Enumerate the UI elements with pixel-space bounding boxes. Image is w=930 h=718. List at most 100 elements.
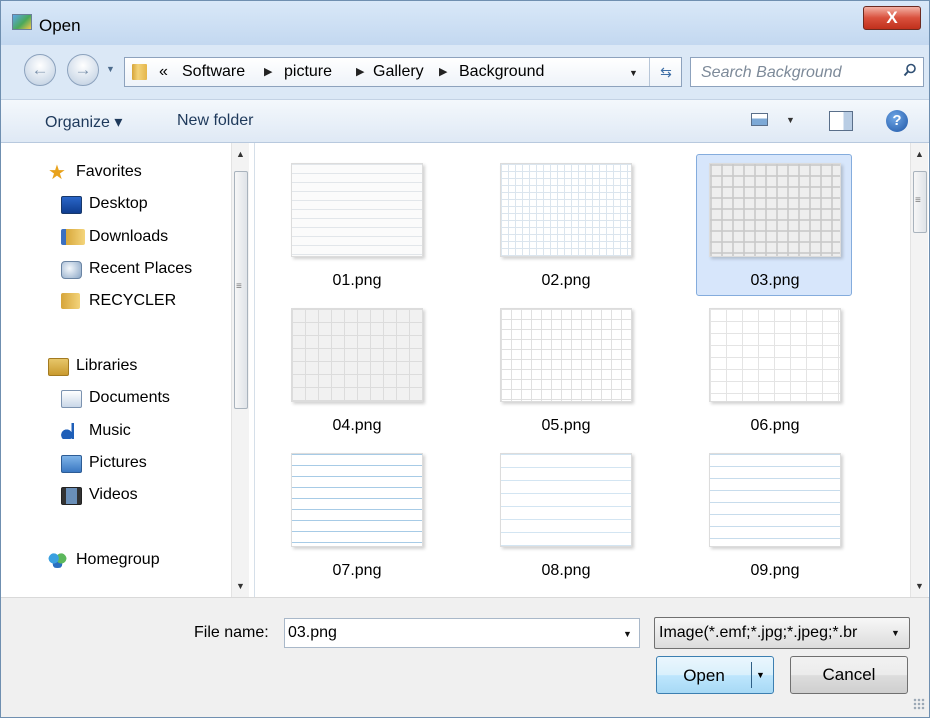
- back-button[interactable]: ←: [24, 54, 56, 86]
- scroll-down-icon[interactable]: ▼: [236, 581, 245, 591]
- file-thumbnail: [291, 308, 423, 402]
- file-name-label: 07.png: [332, 562, 382, 579]
- file-type-value: Image(*.emf;*.jpg;*.jpeg;*.br: [659, 624, 858, 641]
- file-item[interactable]: 07.png: [278, 444, 434, 586]
- file-thumbnail: [291, 163, 423, 257]
- refresh-button[interactable]: ⇆: [649, 58, 682, 86]
- picture-app-icon: [12, 14, 32, 30]
- scroll-grip-icon: ≡: [915, 195, 921, 206]
- back-arrow-icon: ←: [31, 60, 49, 79]
- nav-documents-label: Documents: [89, 389, 170, 406]
- file-thumbnail: [709, 453, 841, 547]
- file-item[interactable]: 01.png: [278, 154, 434, 296]
- forward-button[interactable]: →: [67, 54, 99, 86]
- file-item[interactable]: 04.png: [278, 299, 434, 441]
- file-list-scrollbar[interactable]: ▲ ≡ ▼: [910, 143, 928, 597]
- file-thumbnail: [709, 163, 841, 257]
- scroll-down-icon[interactable]: ▼: [915, 581, 924, 591]
- file-thumbnail: [500, 453, 632, 547]
- documents-icon: [61, 390, 82, 408]
- open-button[interactable]: Open ▼: [656, 656, 774, 694]
- recent-locations-dropdown[interactable]: ▼: [106, 64, 115, 74]
- nav-pictures-label: Pictures: [89, 454, 147, 471]
- homegroup-icon: [48, 552, 67, 568]
- search-icon[interactable]: [903, 63, 917, 77]
- view-options-dropdown[interactable]: ▼: [786, 115, 795, 125]
- file-item[interactable]: 06.png: [696, 299, 852, 441]
- recent-places-icon: [61, 261, 82, 279]
- file-item[interactable]: 08.png: [487, 444, 643, 586]
- breadcrumb-background[interactable]: Background: [459, 63, 544, 81]
- file-type-select[interactable]: Image(*.emf;*.jpg;*.jpeg;*.br ▼: [654, 617, 910, 649]
- file-type-dropdown-icon[interactable]: ▼: [891, 628, 900, 638]
- file-item[interactable]: 02.png: [487, 154, 643, 296]
- breadcrumb-chevron-icon[interactable]: ▶: [439, 65, 447, 78]
- search-input[interactable]: Search Background: [690, 57, 924, 87]
- file-name-label: File name:: [194, 624, 269, 641]
- file-list: 01.png 02.png 03.png 04.png 05.png 06.pn…: [254, 143, 929, 597]
- change-view-icon[interactable]: [751, 113, 768, 126]
- nav-favorites-label: Favorites: [76, 163, 142, 180]
- downloads-icon: [61, 229, 85, 245]
- help-icon[interactable]: ?: [886, 110, 908, 132]
- music-icon: [61, 423, 80, 439]
- file-name-field[interactable]: 03.png ▼: [284, 618, 640, 648]
- folder-icon: [61, 293, 80, 309]
- scroll-grip-icon: ≡: [236, 281, 242, 292]
- close-button[interactable]: X: [863, 6, 921, 30]
- nav-recycler-label: RECYCLER: [89, 292, 177, 309]
- desktop-icon: [61, 196, 82, 214]
- file-item[interactable]: 09.png: [696, 444, 852, 586]
- scroll-up-icon[interactable]: ▲: [915, 149, 924, 159]
- file-item-selected[interactable]: 03.png: [696, 154, 852, 296]
- breadcrumb-software[interactable]: Software: [182, 63, 245, 81]
- scroll-up-icon[interactable]: ▲: [236, 149, 245, 159]
- file-name-label: 03.png: [750, 272, 800, 289]
- file-name-label: 08.png: [541, 562, 591, 579]
- libraries-icon: [48, 358, 69, 376]
- refresh-icon: ⇆: [660, 64, 672, 80]
- file-thumbnail: [709, 308, 841, 402]
- forward-arrow-icon: →: [74, 60, 92, 79]
- title-bar[interactable]: Open X: [1, 1, 929, 45]
- preview-pane-icon[interactable]: [829, 111, 853, 131]
- breadcrumb-gallery[interactable]: Gallery: [373, 63, 424, 81]
- nav-music-label: Music: [89, 422, 131, 439]
- breadcrumb-chevron-icon[interactable]: ▶: [356, 65, 364, 78]
- breadcrumb-picture[interactable]: picture: [284, 63, 332, 81]
- cancel-button[interactable]: Cancel: [790, 656, 908, 694]
- navigation-scrollbar[interactable]: ▲ ≡ ▼: [231, 143, 249, 597]
- file-name-label: 06.png: [750, 417, 800, 434]
- navigation-pane: ★ Favorites Desktop Downloads Recent Pla…: [1, 143, 254, 597]
- file-selection-footer: File name: 03.png ▼ Image(*.emf;*.jpg;*.…: [1, 597, 929, 717]
- file-name-dropdown-icon[interactable]: ▼: [623, 629, 632, 639]
- open-options-dropdown-icon[interactable]: ▼: [756, 670, 765, 680]
- address-bar[interactable]: « Software ▶ picture ▶ Gallery ▶ Backgro…: [124, 57, 682, 87]
- file-item[interactable]: 05.png: [487, 299, 643, 441]
- file-name-label: 01.png: [332, 272, 382, 289]
- file-name-label: 09.png: [750, 562, 800, 579]
- nav-videos-label: Videos: [89, 486, 138, 503]
- new-folder-button[interactable]: New folder: [177, 112, 253, 130]
- split-divider: [751, 662, 752, 688]
- open-button-label: Open: [683, 666, 725, 685]
- nav-homegroup-label: Homegroup: [76, 551, 160, 568]
- nav-recent-places-label: Recent Places: [89, 260, 193, 277]
- breadcrumb-overflow[interactable]: «: [159, 63, 168, 81]
- file-name-label: 04.png: [332, 417, 382, 434]
- organize-menu[interactable]: Organize ▾: [45, 112, 122, 132]
- window-title: Open: [39, 16, 81, 35]
- file-name-label: 05.png: [541, 417, 591, 434]
- address-dropdown-icon[interactable]: ▼: [629, 68, 638, 78]
- star-icon: ★: [48, 162, 66, 184]
- file-name-label: 02.png: [541, 272, 591, 289]
- file-thumbnail: [291, 453, 423, 547]
- pictures-icon: [61, 455, 82, 473]
- file-thumbnail: [500, 163, 632, 257]
- command-bar: Organize ▾ New folder ▼ ?: [1, 99, 929, 143]
- file-thumbnail: [500, 308, 632, 402]
- folder-icon: [132, 64, 147, 80]
- search-placeholder: Search Background: [701, 64, 842, 81]
- resize-grip-icon[interactable]: [913, 698, 925, 710]
- breadcrumb-chevron-icon[interactable]: ▶: [264, 65, 272, 78]
